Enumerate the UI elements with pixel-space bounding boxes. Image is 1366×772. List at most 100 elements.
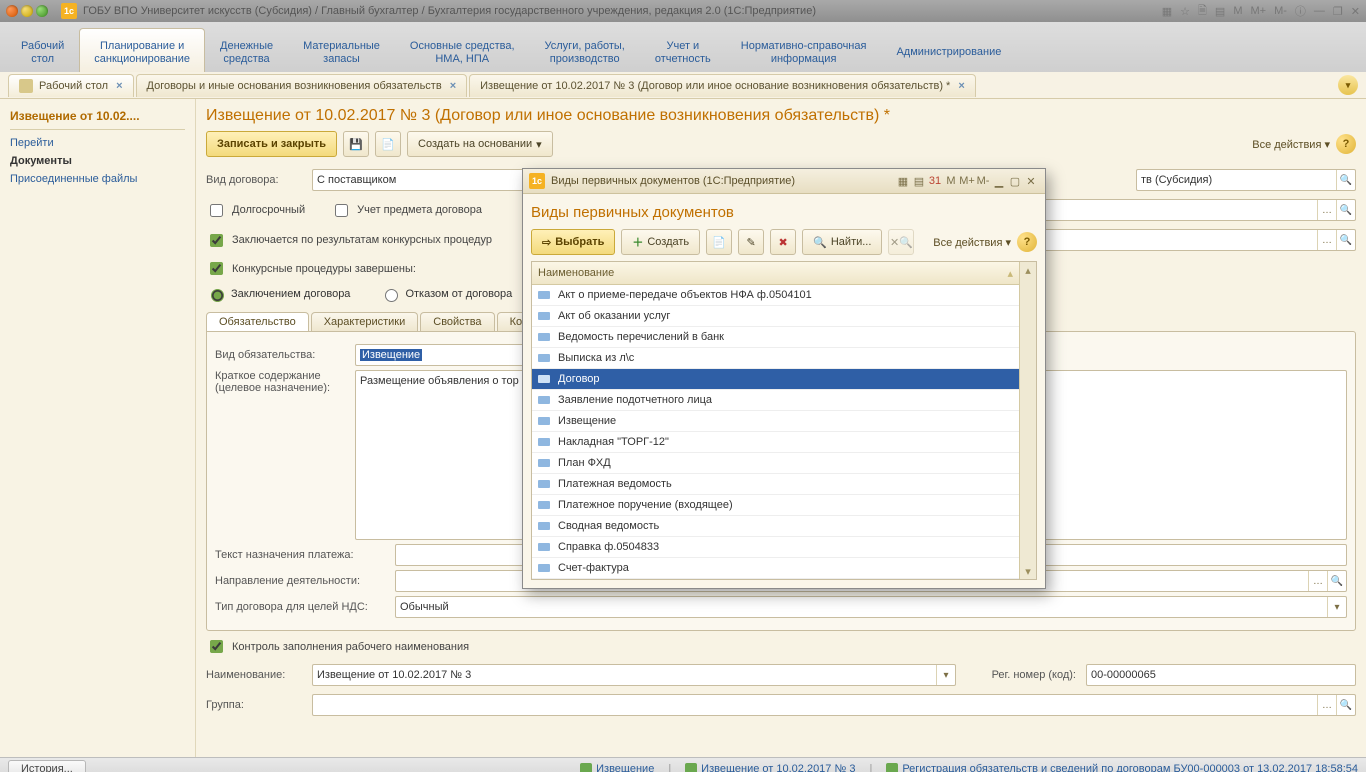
titlebar-tool-icon[interactable]: 🗎: [1198, 2, 1207, 21]
list-item[interactable]: Платежная ведомость: [532, 474, 1019, 495]
scroll-up-icon[interactable]: ▴: [1020, 262, 1036, 278]
history-button[interactable]: История...: [8, 760, 86, 772]
close-icon[interactable]: ✕: [1351, 5, 1360, 18]
org-input[interactable]: тв (Субсидия) 🔍: [1136, 169, 1356, 191]
maximize-dot-icon[interactable]: [36, 5, 48, 17]
sort-asc-icon[interactable]: ▴: [1007, 267, 1013, 280]
list-item[interactable]: Извещение: [532, 411, 1019, 432]
min-icon[interactable]: —: [1314, 5, 1325, 17]
window-tab[interactable]: Рабочий стол×: [8, 74, 134, 97]
input-lookup-icon[interactable]: 🔍: [1327, 571, 1346, 591]
input-more-icon[interactable]: …: [1317, 200, 1336, 220]
leftnav-link[interactable]: Перейти: [10, 134, 185, 152]
group-input[interactable]: …🔍: [312, 694, 1356, 716]
edit-button[interactable]: ✎: [738, 229, 764, 255]
create-based-on-button[interactable]: Создать на основании ▾: [407, 131, 553, 157]
refusal-radio[interactable]: Отказом от договора: [380, 286, 512, 302]
titlebar-m[interactable]: M: [1233, 5, 1242, 17]
dialog-tool-icon[interactable]: ▤: [911, 173, 927, 189]
list-item[interactable]: Справка ф.0504833: [532, 537, 1019, 558]
status-item[interactable]: Извещение от 10.02.2017 № 3: [685, 763, 855, 772]
dialog-mminus[interactable]: M-: [975, 173, 991, 189]
list-item[interactable]: Выписка из л\с: [532, 348, 1019, 369]
titlebar-mplus[interactable]: M+: [1250, 5, 1266, 17]
input-lookup-icon[interactable]: 🔍: [1336, 170, 1355, 190]
leftnav-link[interactable]: Присоединенные файлы: [10, 170, 185, 188]
status-item[interactable]: Регистрация обязательств и сведений по д…: [886, 763, 1358, 772]
delete-button[interactable]: ✖: [770, 229, 796, 255]
reg-input[interactable]: 00-00000065: [1086, 664, 1356, 686]
dropdown-icon[interactable]: ▾: [936, 665, 955, 685]
konkurs-done-checkbox[interactable]: Конкурсные процедуры завершены:: [206, 259, 416, 278]
section-tab[interactable]: Рабочийстол: [6, 28, 79, 72]
input-lookup-icon[interactable]: 🔍: [1336, 200, 1355, 220]
copy-button[interactable]: 📄: [706, 229, 732, 255]
list-item[interactable]: Платежное поручение (входящее): [532, 495, 1019, 516]
help-button[interactable]: ?: [1336, 134, 1356, 154]
section-tab[interactable]: Администрирование: [881, 28, 1016, 72]
dialog-minimize-icon[interactable]: ▁: [991, 173, 1007, 189]
section-tab[interactable]: Планирование исанкционирование: [79, 28, 205, 72]
dialog-mplus[interactable]: M+: [959, 173, 975, 189]
list-scrollbar[interactable]: ▴ ▾: [1019, 262, 1036, 579]
dialog-tool-icon[interactable]: 31: [927, 173, 943, 189]
save-and-close-button[interactable]: Записать и закрыть: [206, 131, 337, 157]
list-item[interactable]: Накладная "ТОРГ-12": [532, 432, 1019, 453]
file-button[interactable]: 📄: [375, 131, 401, 157]
control-checkbox[interactable]: Контроль заполнения рабочего наименовани…: [206, 637, 469, 656]
tab-close-icon[interactable]: ×: [116, 80, 122, 92]
tabs-dropdown-icon[interactable]: ▾: [1338, 75, 1358, 95]
uchet-checkbox[interactable]: Учет предмета договора: [331, 201, 482, 220]
save-button[interactable]: 💾: [343, 131, 369, 157]
titlebar-tool-icon[interactable]: ☆: [1180, 5, 1190, 18]
list-column-header[interactable]: Наименование▴: [532, 262, 1019, 285]
dropdown-icon[interactable]: ▾: [1327, 597, 1346, 617]
section-tab[interactable]: Нормативно-справочнаяинформация: [726, 28, 882, 72]
list-item[interactable]: Акт о приеме-передаче объектов НФА ф.050…: [532, 285, 1019, 306]
input-lookup-icon[interactable]: 🔍: [1336, 230, 1355, 250]
dialog-close-icon[interactable]: ✕: [1023, 173, 1039, 189]
help-button[interactable]: ?: [1017, 232, 1037, 252]
section-tab[interactable]: Учет иотчетность: [640, 28, 726, 72]
naimen-input[interactable]: Извещение от 10.02.2017 № 3 ▾: [312, 664, 956, 686]
input-more-icon[interactable]: …: [1317, 695, 1336, 715]
all-actions-link[interactable]: Все действия ▾: [933, 236, 1011, 249]
list-item[interactable]: План ФХД: [532, 453, 1019, 474]
dialog-m[interactable]: M: [943, 173, 959, 189]
sub-tab[interactable]: Обязательство: [206, 312, 309, 331]
leftnav-link[interactable]: Документы: [10, 152, 185, 170]
section-tab[interactable]: Основные средства,НМА, НПА: [395, 28, 530, 72]
window-tab[interactable]: Извещение от 10.02.2017 № 3 (Договор или…: [469, 74, 976, 97]
list-item[interactable]: Договор: [532, 369, 1019, 390]
tip-nds-input[interactable]: Обычный ▾: [395, 596, 1347, 618]
konkurs-checkbox[interactable]: Заключается по результатам конкурсных пр…: [206, 231, 492, 250]
minimize-dot-icon[interactable]: [21, 5, 33, 17]
section-tab[interactable]: Услуги, работы,производство: [530, 28, 640, 72]
titlebar-tool-icon[interactable]: ▤: [1215, 5, 1225, 18]
select-button[interactable]: ⇨ Выбрать: [531, 229, 615, 255]
help-icon[interactable]: ⓘ: [1295, 3, 1306, 19]
input-more-icon[interactable]: …: [1308, 571, 1327, 591]
input-lookup-icon[interactable]: 🔍: [1336, 695, 1355, 715]
titlebar-tool-icon[interactable]: ▦: [1162, 5, 1172, 18]
restore-icon[interactable]: ❐: [1333, 5, 1343, 18]
section-tab[interactable]: Денежныесредства: [205, 28, 288, 72]
all-actions-link[interactable]: Все действия ▾: [1252, 138, 1330, 151]
longterm-checkbox[interactable]: Долгосрочный: [206, 201, 305, 220]
list-item[interactable]: Сводная ведомость: [532, 516, 1019, 537]
scroll-down-icon[interactable]: ▾: [1020, 563, 1036, 579]
create-button[interactable]: ＋Создать: [621, 229, 700, 255]
titlebar-mminus[interactable]: M-: [1274, 5, 1287, 17]
list-item[interactable]: Ведомость перечислений в банк: [532, 327, 1019, 348]
list-item[interactable]: Акт об оказании услуг: [532, 306, 1019, 327]
window-tab[interactable]: Договоры и иные основания возникновения …: [136, 74, 468, 97]
section-tab[interactable]: Материальныезапасы: [288, 28, 395, 72]
sub-tab[interactable]: Характеристики: [311, 312, 419, 331]
close-dot-icon[interactable]: [6, 5, 18, 17]
sub-tab[interactable]: Свойства: [420, 312, 494, 331]
find-button[interactable]: 🔍 Найти...: [802, 229, 882, 255]
status-item[interactable]: Извещение: [580, 763, 654, 772]
input-more-icon[interactable]: …: [1317, 230, 1336, 250]
list-item[interactable]: Счет-фактура: [532, 558, 1019, 579]
list-item[interactable]: Заявление подотчетного лица: [532, 390, 1019, 411]
